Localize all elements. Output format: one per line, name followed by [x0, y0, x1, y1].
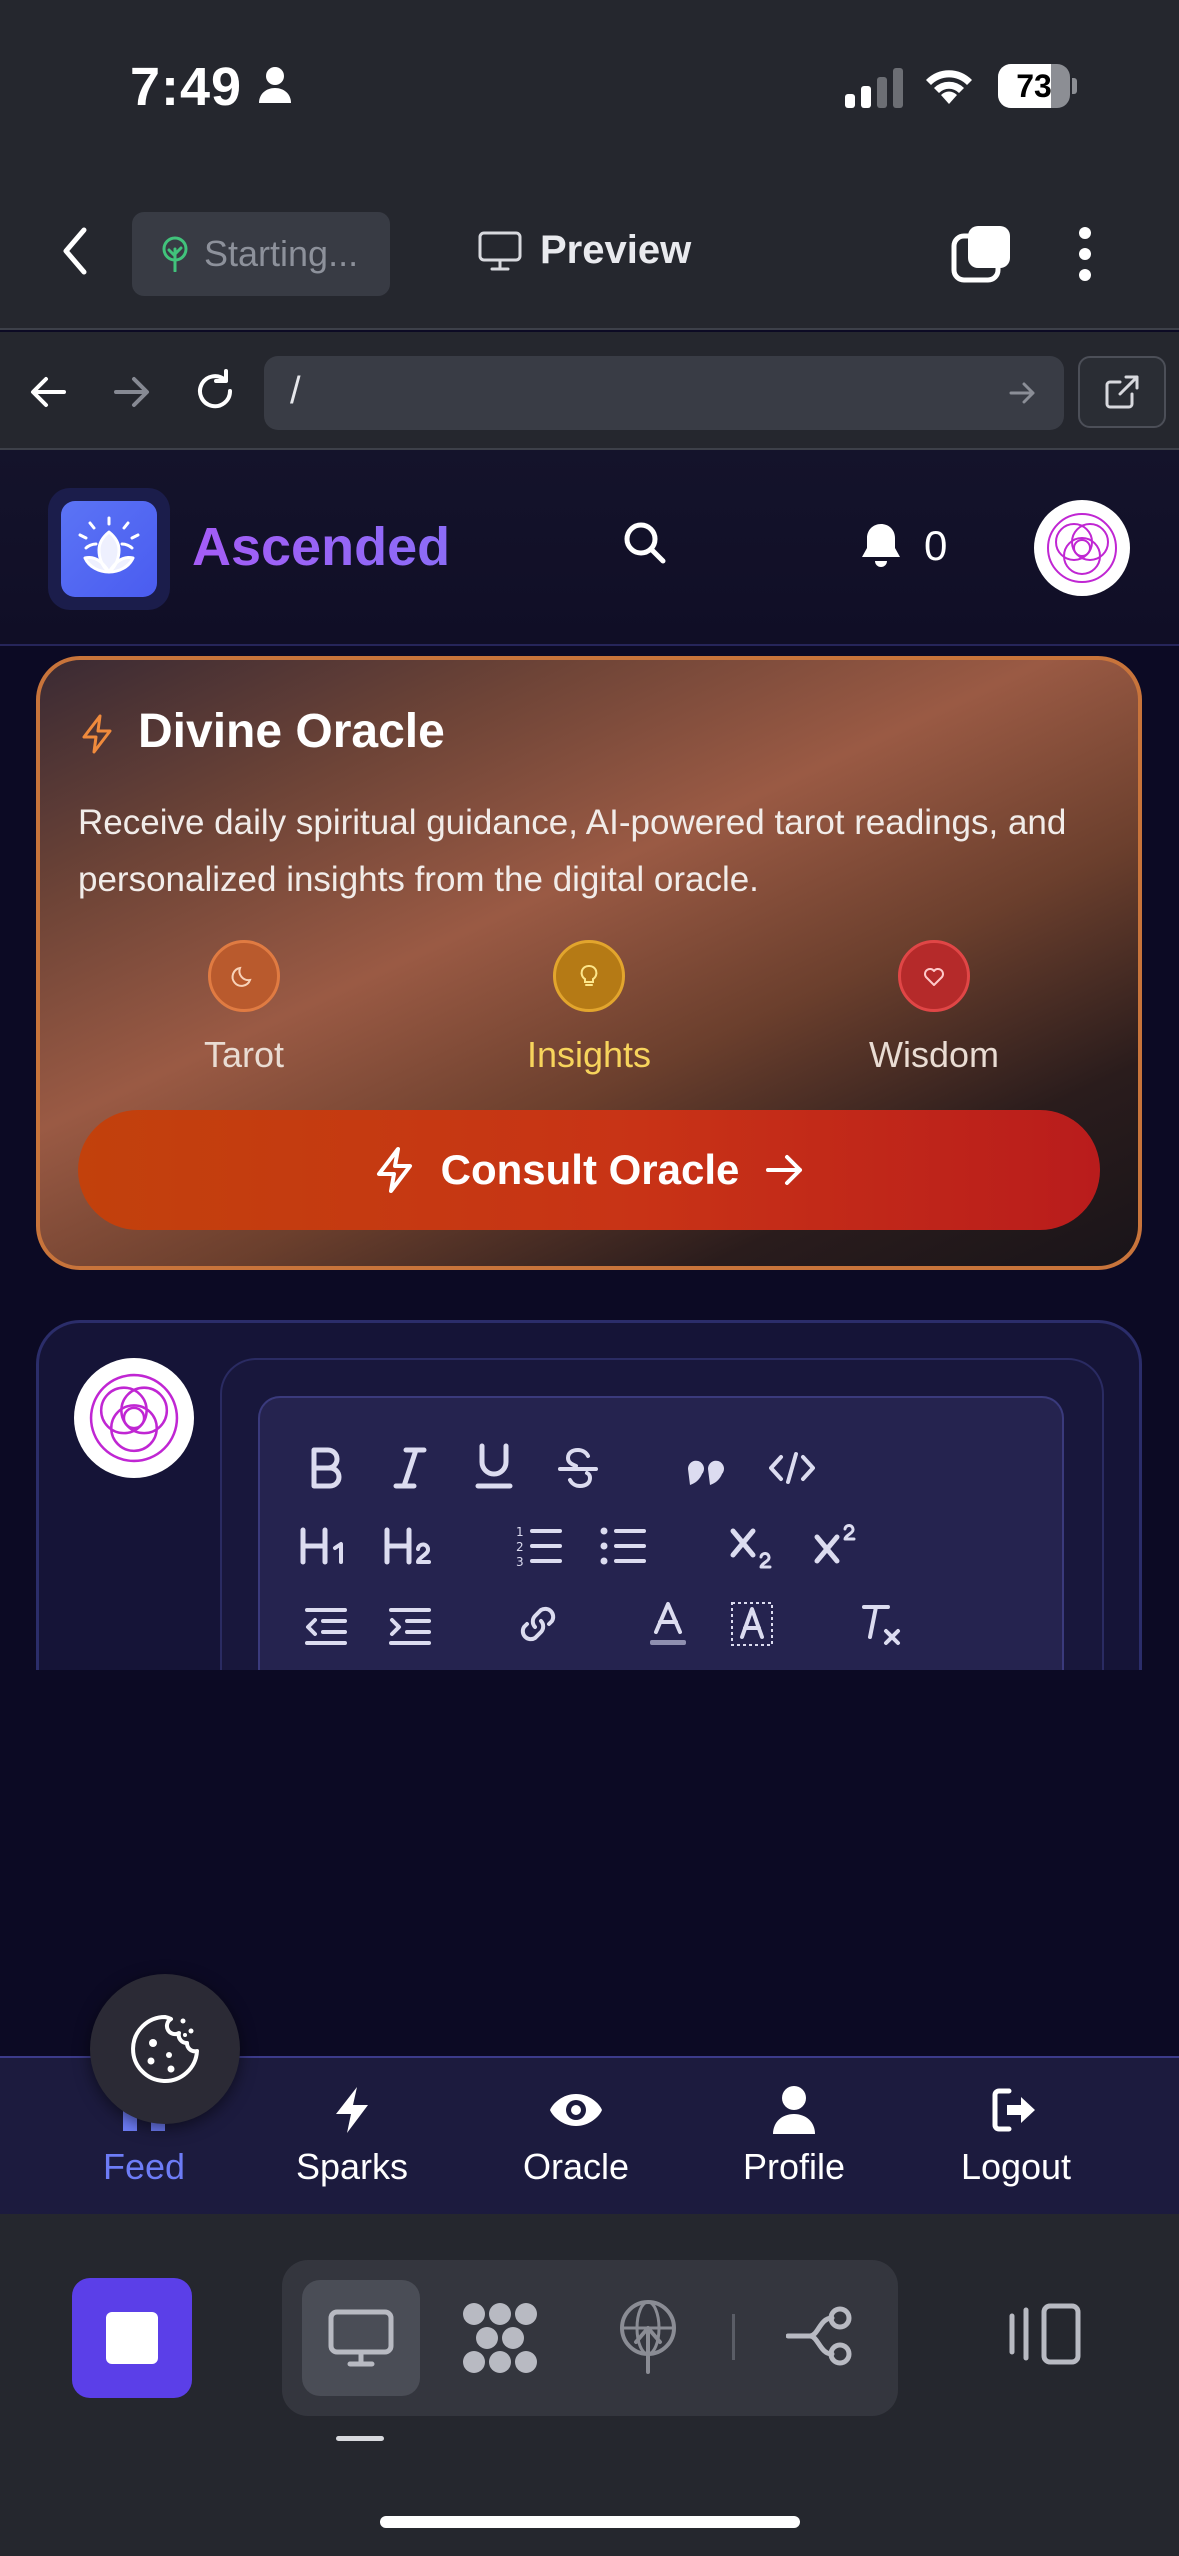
nav-label: Logout: [960, 2146, 1072, 2187]
nav-label: Profile: [742, 2146, 846, 2187]
highlight-button[interactable]: [722, 1594, 782, 1654]
battery-indicator: 73: [998, 64, 1078, 108]
bullet-list-button[interactable]: [592, 1516, 652, 1576]
active-view-indicator: [336, 2436, 384, 2441]
site-header: [0, 450, 1179, 646]
mandala-avatar-icon: [1047, 513, 1117, 583]
svg-text:2: 2: [516, 1540, 524, 1554]
browser-forward-icon[interactable]: [112, 372, 152, 412]
outdent-button[interactable]: [296, 1596, 356, 1656]
toolbar-divider: [732, 2314, 735, 2360]
mandala-avatar-icon: [89, 1373, 179, 1463]
home-indicator: [380, 2516, 800, 2528]
monitor-icon: [328, 2309, 394, 2367]
nav-label: Feed: [102, 2146, 186, 2187]
nav-sparks[interactable]: Sparks: [262, 2080, 442, 2188]
nav-profile[interactable]: Profile: [704, 2080, 884, 2188]
lightbulb-icon: [553, 940, 625, 1012]
starting-status-pill[interactable]: Starting...: [132, 212, 390, 296]
wifi-icon: [922, 62, 976, 106]
svg-text:3: 3: [516, 1555, 524, 1568]
preview-label: Preview: [540, 228, 692, 272]
heart-icon: [898, 940, 970, 1012]
feature-label: Tarot: [203, 1034, 285, 1075]
panels-icon[interactable]: [1008, 2302, 1082, 2366]
brand-name[interactable]: Ascended: [192, 516, 450, 578]
deploy-tree-icon: [162, 236, 188, 272]
url-go-icon[interactable]: [1008, 378, 1038, 408]
status-time: 7:49: [130, 57, 243, 117]
italic-button[interactable]: [380, 1438, 440, 1498]
blockquote-button[interactable]: [676, 1438, 736, 1498]
reload-icon[interactable]: [192, 368, 238, 414]
svg-text:1: 1: [516, 1525, 524, 1539]
bolt-icon: [80, 714, 114, 754]
feature-insights[interactable]: Insights: [479, 940, 699, 1076]
back-chevron-icon[interactable]: [60, 226, 90, 276]
eye-icon: [486, 2080, 666, 2140]
cellular-signal-icon: [845, 66, 905, 108]
bolt-icon: [376, 1147, 412, 1193]
consult-oracle-button[interactable]: Consult Oracle: [78, 1110, 1100, 1230]
lotus-icon: [78, 516, 140, 574]
bell-icon[interactable]: [860, 522, 902, 568]
search-icon[interactable]: [622, 520, 668, 566]
heading-1-button[interactable]: [296, 1516, 356, 1576]
oracle-title: Divine Oracle: [138, 705, 445, 758]
nav-label: Sparks: [295, 2146, 409, 2187]
stop-icon: [106, 2312, 158, 2364]
monitor-icon: [478, 231, 522, 270]
feature-wisdom[interactable]: Wisdom: [824, 940, 1044, 1076]
bold-button[interactable]: [296, 1438, 356, 1498]
bolt-icon: [262, 2080, 442, 2140]
feature-label: Wisdom: [868, 1034, 999, 1075]
agents-cluster-icon[interactable]: [460, 2300, 540, 2376]
arrow-right-icon: [766, 1155, 803, 1185]
site-logo[interactable]: [48, 488, 170, 610]
strikethrough-button[interactable]: [548, 1438, 608, 1498]
moon-icon: [208, 940, 280, 1012]
person-icon: [258, 66, 292, 104]
link-button[interactable]: [508, 1594, 568, 1654]
logout-icon: [926, 2080, 1106, 2140]
url-input[interactable]: [264, 356, 1064, 430]
avatar[interactable]: [74, 1358, 194, 1478]
nav-oracle[interactable]: Oracle: [486, 2080, 666, 2188]
code-button[interactable]: [762, 1438, 822, 1498]
consult-oracle-label: Consult Oracle: [440, 1146, 740, 1193]
notification-count[interactable]: 0: [924, 522, 947, 570]
deploy-globe-icon[interactable]: [614, 2298, 682, 2374]
text-color-button[interactable]: [638, 1594, 698, 1654]
external-link-icon: [1105, 375, 1139, 409]
starting-label: Starting...: [204, 233, 359, 274]
browser-back-icon[interactable]: [28, 372, 68, 412]
user-icon: [704, 2080, 884, 2140]
subscript-button[interactable]: [724, 1516, 784, 1576]
open-external-button[interactable]: [1078, 356, 1166, 428]
tabs-icon[interactable]: [950, 222, 1014, 286]
underline-button[interactable]: [464, 1436, 524, 1496]
nav-logout[interactable]: Logout: [926, 2080, 1106, 2188]
oracle-description: Receive daily spiritual guidance, AI-pow…: [78, 803, 1067, 899]
superscript-button[interactable]: [808, 1516, 868, 1576]
heading-2-button[interactable]: [380, 1516, 440, 1576]
cookie-icon: [131, 2015, 199, 2083]
git-branch-icon[interactable]: [786, 2304, 854, 2368]
more-options-icon[interactable]: [1078, 226, 1092, 282]
nav-label: Oracle: [522, 2146, 630, 2187]
avatar[interactable]: [1034, 500, 1130, 596]
cookie-settings-button[interactable]: [90, 1974, 240, 2124]
feature-label: Insights: [526, 1034, 652, 1075]
ordered-list-button[interactable]: 123: [508, 1516, 568, 1576]
feature-tarot[interactable]: Tarot: [134, 940, 354, 1076]
stop-button[interactable]: [72, 2278, 192, 2398]
preview-tab[interactable]: Preview: [478, 228, 691, 273]
url-text: /: [290, 370, 301, 412]
desktop-view-button[interactable]: [302, 2280, 420, 2396]
indent-button[interactable]: [380, 1596, 440, 1656]
clear-format-button[interactable]: [852, 1594, 912, 1654]
